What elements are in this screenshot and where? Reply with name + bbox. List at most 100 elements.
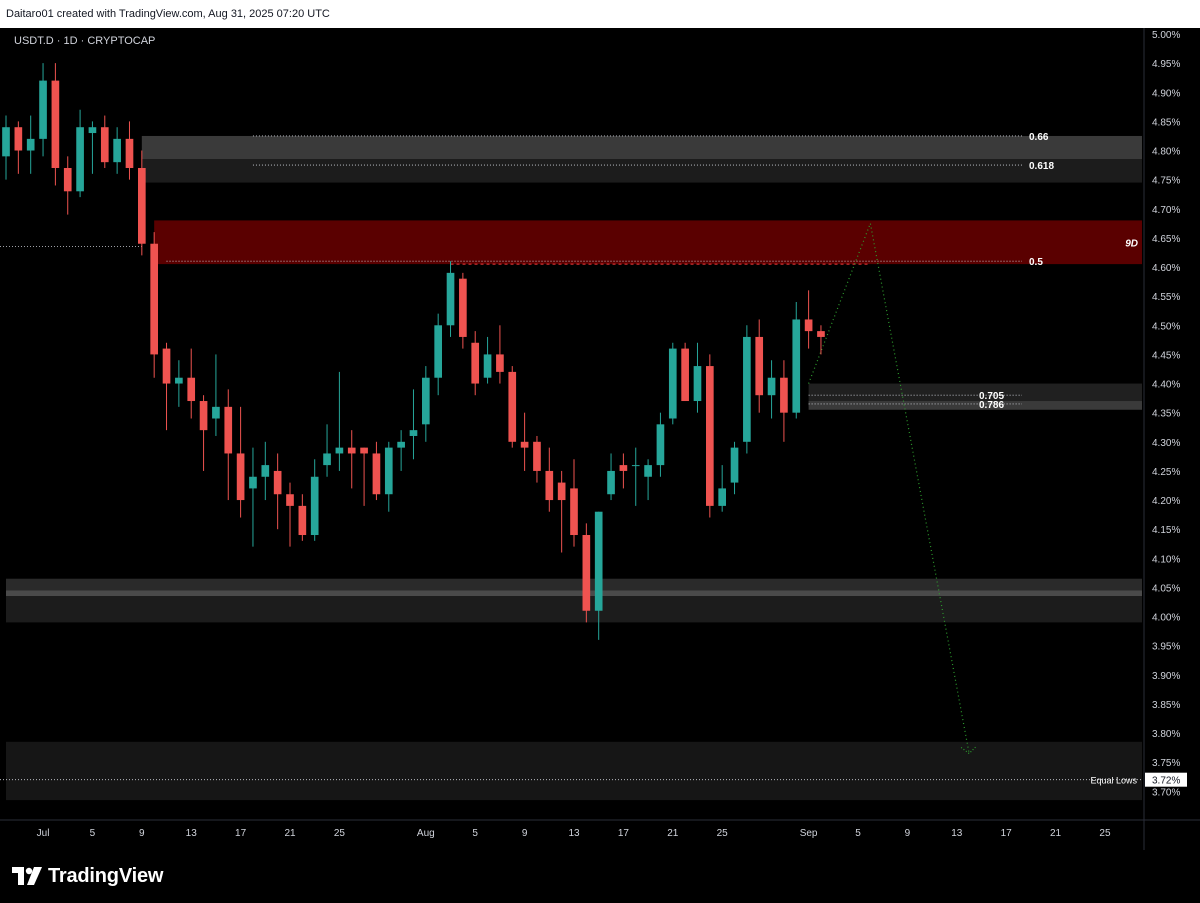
- candle-body: [681, 348, 689, 402]
- price-tick-label: 4.50%: [1152, 321, 1180, 332]
- candle-body: [273, 470, 282, 495]
- candle-body: [384, 447, 393, 495]
- chart-header: Daitaro01 created with TradingView.com, …: [0, 0, 1200, 28]
- candlestick-chart[interactable]: 9D0.660.6180.50.7050.786Equal Lows 5.00%…: [0, 28, 1200, 850]
- candle-body: [335, 447, 344, 454]
- equal-lows-label: Equal Lows: [1090, 776, 1137, 786]
- candle-body: [483, 354, 492, 378]
- candle-body: [508, 371, 517, 442]
- candle-body: [804, 319, 813, 332]
- candle-body: [347, 447, 356, 454]
- fib-label-0.5: 0.5: [1029, 257, 1043, 268]
- candle-body: [261, 465, 270, 477]
- candle-body: [582, 535, 591, 611]
- candle-body: [570, 488, 578, 536]
- candle-body: [817, 331, 825, 337]
- candle-body: [607, 470, 615, 495]
- time-tick-label: 25: [717, 828, 729, 839]
- candle-body: [446, 272, 455, 326]
- time-tick-label: 17: [618, 828, 630, 839]
- candle-body: [631, 465, 640, 467]
- candle-body: [533, 441, 541, 471]
- candle-body: [557, 482, 566, 501]
- fib-label-0.66: 0.66: [1029, 132, 1049, 143]
- candle-body: [39, 80, 47, 139]
- price-tick-label: 4.15%: [1152, 525, 1180, 536]
- tradingview-logo-text: TradingView: [48, 864, 164, 887]
- candle-body: [175, 377, 183, 384]
- chart-footer: TradingView: [0, 850, 1200, 903]
- price-tick-label: 5.00%: [1152, 30, 1180, 41]
- candle-body: [76, 127, 84, 192]
- time-tick-label: 9: [905, 828, 911, 839]
- candle-body: [656, 424, 665, 466]
- zone-bottom-zone: [6, 741, 1142, 801]
- price-tick-label: 4.65%: [1152, 234, 1180, 245]
- zone-supply-zone: [154, 220, 1142, 265]
- price-tick-label: 3.90%: [1152, 671, 1180, 682]
- price-tick-label: 4.40%: [1152, 380, 1180, 391]
- candle-body: [137, 167, 146, 244]
- candle-body: [100, 127, 109, 163]
- candle-body: [705, 366, 714, 506]
- time-tick-label: 13: [186, 828, 198, 839]
- price-tick-label: 4.35%: [1152, 409, 1180, 420]
- time-tick-label: 25: [1099, 828, 1111, 839]
- candle-body: [718, 488, 727, 506]
- time-tick-label: 21: [667, 828, 679, 839]
- candle-body: [372, 453, 381, 495]
- candle-body: [545, 470, 554, 501]
- price-tick-label: 3.75%: [1152, 758, 1180, 769]
- candle-body: [471, 342, 480, 384]
- time-tick-label: 25: [334, 828, 346, 839]
- header-attribution: Daitaro01 created with TradingView.com, …: [6, 8, 330, 20]
- candle-body: [2, 127, 10, 157]
- candle-body: [780, 377, 788, 413]
- zone-label-supply-zone: 9D: [1125, 238, 1138, 249]
- candle-body: [224, 406, 233, 454]
- tradingview-logo-icon: [12, 867, 42, 885]
- candle-body: [125, 138, 134, 168]
- price-tick-label: 4.60%: [1152, 263, 1180, 274]
- candle-body: [409, 430, 418, 436]
- fib-label-0.786: 0.786: [979, 400, 1004, 411]
- candle-body: [767, 377, 776, 396]
- candle-body: [51, 80, 60, 168]
- candle-body: [693, 366, 702, 402]
- price-tick-label: 4.30%: [1152, 438, 1180, 449]
- candle-body: [619, 465, 628, 471]
- candle-body: [14, 127, 23, 151]
- time-tick-label: 13: [568, 828, 580, 839]
- zone-support-zone-lower: [6, 596, 1142, 623]
- candle-body: [113, 138, 121, 163]
- zone-upper-resistance-lower: [141, 159, 1143, 183]
- candle-body: [459, 278, 467, 337]
- time-tick-label: 5: [90, 828, 96, 839]
- candle-body: [755, 336, 764, 396]
- candle-body: [520, 441, 529, 448]
- time-tick-label: 5: [855, 828, 861, 839]
- candle-body: [434, 325, 443, 378]
- price-tick-label: 4.90%: [1152, 88, 1180, 99]
- candle-body: [26, 138, 35, 151]
- price-tick-label: 3.80%: [1152, 729, 1180, 740]
- time-tick-label: Jul: [37, 828, 50, 839]
- price-tick-label: 4.10%: [1152, 554, 1180, 565]
- candle-body: [496, 354, 504, 372]
- zone-support-zone-mid: [6, 590, 1142, 597]
- candle-body: [323, 453, 331, 466]
- candle-body: [397, 441, 405, 448]
- price-tick-label: 4.70%: [1152, 205, 1180, 216]
- candle-body: [212, 406, 220, 419]
- price-tick-label: 4.45%: [1152, 350, 1180, 361]
- candle-body: [249, 476, 257, 489]
- candle-body: [644, 465, 652, 477]
- price-tick-label: 3.95%: [1152, 642, 1180, 653]
- price-tick-label: 4.20%: [1152, 496, 1180, 507]
- time-tick-label: 9: [139, 828, 145, 839]
- zone-support-zone: [6, 578, 1142, 591]
- price-tick-label: 4.80%: [1152, 147, 1180, 158]
- candle-body: [199, 401, 208, 431]
- price-tick-label: 4.00%: [1152, 613, 1180, 624]
- tradingview-logo[interactable]: TradingView: [12, 864, 163, 888]
